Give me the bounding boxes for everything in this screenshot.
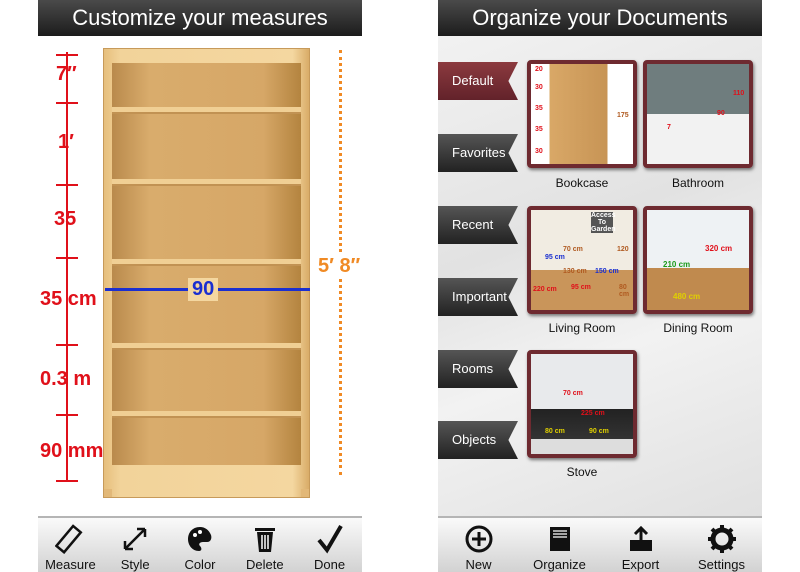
inbox-tray-icon	[549, 527, 570, 551]
document-label[interactable]: Stove	[527, 465, 637, 479]
shelf-mark	[112, 107, 301, 114]
measure-label: 480 cm	[673, 292, 701, 301]
ruler-label[interactable]: 90 mm	[40, 440, 103, 463]
measure-label: 70 cm	[563, 246, 583, 253]
measure-label: 320 cm	[705, 244, 733, 253]
tab-favorites[interactable]: Favorites	[438, 134, 518, 172]
measure-label: 7	[667, 124, 671, 131]
ruler-label[interactable]: 1′	[58, 131, 74, 154]
tab-recent[interactable]: Recent	[438, 206, 518, 244]
shelf-mark	[112, 259, 301, 266]
document-thumbnail-dining-room[interactable]: 320 cm 210 cm 480 cm	[643, 206, 753, 314]
measure-label: 30	[535, 84, 543, 91]
measure-label: 120	[617, 246, 629, 253]
measure-label: 210 cm	[663, 260, 691, 269]
ruler-label[interactable]: 35 cm	[40, 288, 97, 311]
bookcase-image	[103, 48, 310, 498]
export-tray-icon	[629, 525, 652, 551]
tick-mark	[56, 414, 78, 416]
delete-button[interactable]: Delete	[234, 518, 296, 572]
gear-icon	[707, 525, 736, 553]
measure-label: 20	[535, 66, 543, 73]
measure-label: 175	[617, 112, 629, 119]
ruler-icon	[55, 524, 83, 554]
settings-button[interactable]: Settings	[691, 518, 753, 572]
tab-default[interactable]: Default	[438, 62, 518, 100]
inner-mark	[112, 63, 301, 465]
trash-icon	[254, 528, 275, 552]
documents-screen: Organize your Documents Default Favorite…	[438, 0, 762, 572]
resize-arrow-icon	[123, 527, 147, 551]
checkmark-icon	[317, 524, 343, 554]
measure-label: 130 cm	[563, 268, 587, 275]
shelf-mark	[112, 411, 301, 418]
measure-button[interactable]: Measure	[39, 518, 101, 572]
measure-screen: Customize your measures 7″ 1′ 35 35 cm 0…	[38, 0, 362, 572]
measure-label: 35	[535, 126, 543, 133]
color-button[interactable]: Color	[169, 518, 231, 572]
height-measure-label[interactable]: 5′ 8″	[318, 255, 361, 278]
measure-label: 90 cm	[589, 428, 609, 435]
height-ruler-line	[66, 52, 68, 482]
measure-label: 95 cm	[545, 254, 565, 261]
measure-label: 95 cm	[571, 284, 591, 291]
document-label[interactable]: Bathroom	[643, 176, 753, 190]
measure-label: Access To Garden	[591, 212, 616, 233]
ruler-label[interactable]: 35	[54, 208, 76, 231]
measure-label: 80 cm	[545, 428, 565, 435]
tick-mark	[56, 480, 78, 482]
tab-objects[interactable]: Objects	[438, 421, 518, 459]
page-title: Organize your Documents	[438, 0, 762, 36]
tick-mark	[56, 344, 78, 346]
document-thumbnail-bookcase[interactable]: 20 30 35 35 30 175	[527, 60, 637, 168]
tab-rooms[interactable]: Rooms	[438, 350, 518, 388]
plus-circle-icon	[465, 525, 492, 553]
measure-label: 220 cm	[533, 286, 557, 293]
documents-toolbar: New Organize Export Settings	[438, 516, 762, 572]
leg-mark	[301, 489, 309, 497]
tab-important[interactable]: Important	[438, 278, 518, 316]
measure-label: 150 cm	[595, 268, 619, 275]
measure-label: 80 cm	[619, 284, 630, 298]
document-thumbnail-stove[interactable]: 70 cm 225 cm 80 cm 90 cm	[527, 350, 637, 458]
width-measure-label[interactable]: 90	[188, 278, 219, 301]
page-title: Customize your measures	[38, 0, 362, 36]
style-button[interactable]: Style	[104, 518, 166, 572]
document-label[interactable]: Dining Room	[643, 321, 753, 335]
shelf-mark	[112, 179, 301, 186]
measure-label: 70 cm	[563, 390, 583, 397]
export-button[interactable]: Export	[610, 518, 672, 572]
tick-mark	[56, 257, 78, 259]
measure-label: 225 cm	[581, 410, 605, 417]
done-button[interactable]: Done	[299, 518, 361, 572]
new-button[interactable]: New	[448, 518, 510, 572]
organize-button[interactable]: Organize	[529, 518, 591, 572]
shelf-mark	[112, 343, 301, 350]
tick-mark	[56, 184, 78, 186]
tick-mark	[56, 102, 78, 104]
measure-label: 35	[535, 105, 543, 112]
measure-label: 30	[535, 148, 543, 155]
document-label[interactable]: Living Room	[527, 321, 637, 335]
tick-mark	[56, 54, 78, 56]
edit-toolbar: Measure Style Color Delete Done	[38, 516, 362, 572]
document-label[interactable]: Bookcase	[527, 176, 637, 190]
ruler-label[interactable]: 0.3 m	[40, 368, 91, 391]
measure-label: 110	[733, 90, 745, 97]
ruler-label[interactable]: 7″	[56, 63, 77, 86]
leg-mark	[104, 489, 112, 497]
palette-icon	[187, 527, 212, 551]
measure-label: 90	[717, 110, 725, 117]
document-thumbnail-bathroom[interactable]: 110 90 7	[643, 60, 753, 168]
document-thumbnail-living-room[interactable]: Access To Garden 70 cm 95 cm 130 cm 150 …	[527, 206, 637, 314]
